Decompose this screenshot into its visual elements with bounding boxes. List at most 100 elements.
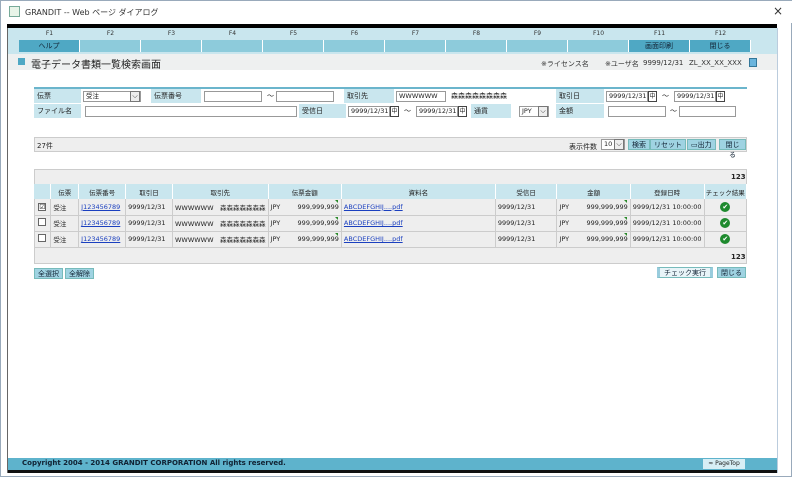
fkey-number: F9	[533, 30, 542, 37]
amount-to-input[interactable]	[679, 106, 736, 117]
search-button[interactable]: 検索	[628, 139, 650, 150]
fkey-button[interactable]: 閉じる	[690, 40, 751, 52]
file-link[interactable]: ABCDEFGHIJ....pdf	[344, 203, 403, 211]
amount2-cell: JPY 999,999,999	[556, 199, 631, 216]
results-table: 伝票 伝票番号 取引日 取引先 伝票金額 資料名 受信日 金額 登録日時 チェック結果 ☑ 受注 …	[34, 184, 748, 248]
fkey-button[interactable]	[385, 40, 446, 52]
page-3[interactable]: 3	[741, 173, 746, 181]
fkey-button[interactable]	[568, 40, 629, 52]
denpyo-no-link[interactable]: J123456789	[81, 219, 120, 227]
amount: 999,999,999	[586, 219, 628, 227]
file-name-input[interactable]	[85, 106, 297, 117]
user-info-icon[interactable]	[749, 58, 757, 67]
close-icon[interactable]: ×	[773, 4, 783, 18]
torihikisaki-code-input[interactable]: WWWWWW	[396, 91, 446, 102]
fkey-f8[interactable]: F8	[446, 28, 507, 54]
function-key-bar: F1 ヘルプ F2 F3 F4 F5 F6 F7 F8 F9 F10 F11 画面印刷 F12 閉じる	[8, 28, 777, 54]
left-border	[7, 28, 8, 473]
close-search-button[interactable]: 閉じる	[719, 139, 746, 159]
fkey-number: F10	[592, 30, 605, 37]
file-link[interactable]: ABCDEFGHIJ....pdf	[344, 235, 403, 243]
fkey-f7[interactable]: F7	[385, 28, 446, 54]
fkey-number: F12	[714, 30, 727, 37]
fkey-f4[interactable]: F4	[202, 28, 263, 54]
column-header: 伝票	[50, 184, 80, 199]
check-run-button[interactable]: チェック実行	[657, 267, 713, 278]
fkey-button[interactable]	[324, 40, 385, 52]
output-button[interactable]: ▭出力	[687, 139, 716, 150]
currency: JPY	[559, 219, 570, 227]
result-count: 27件	[37, 142, 53, 150]
fkey-f12[interactable]: F12 閉じる	[690, 28, 751, 54]
reset-button[interactable]: リセット	[650, 139, 686, 150]
chevron-down-icon: ⌵	[614, 139, 624, 150]
currency-value: JPY	[522, 107, 532, 115]
denpyo-no-to-input[interactable]	[276, 91, 334, 102]
calendar-icon[interactable]: 中	[648, 91, 657, 102]
torihikibi-to-input[interactable]: 9999/12/31	[674, 91, 716, 102]
fkey-f6[interactable]: F6	[324, 28, 385, 54]
scrollbar[interactable]	[777, 28, 787, 473]
denpyo-no-link[interactable]: J123456789	[81, 235, 120, 243]
page-title: 電子データ書類一覧検索画面	[31, 60, 161, 71]
row-checkbox[interactable]	[38, 218, 47, 226]
torihikisaki-label: 取引先	[344, 89, 394, 104]
close-button[interactable]: 閉じる	[717, 267, 746, 278]
chevron-down-icon: ⌵	[130, 91, 140, 102]
fkey-button[interactable]: 画面印刷	[629, 40, 690, 52]
torihikibi-from-input[interactable]: 9999/12/31	[606, 91, 648, 102]
denpyo-cell: 受注	[50, 215, 80, 232]
column-header: 登録日時	[630, 184, 705, 199]
fkey-f1[interactable]: F1 ヘルプ	[19, 28, 80, 54]
fkey-button[interactable]	[507, 40, 568, 52]
row-checkbox[interactable]	[38, 234, 47, 242]
footer-divider	[8, 470, 777, 473]
jushinbi-label: 受信日	[299, 104, 346, 119]
fkey-button[interactable]	[80, 40, 141, 52]
torihikibi-label: 取引日	[556, 89, 604, 104]
amount-from-input[interactable]	[608, 106, 666, 117]
comment-marker-icon	[623, 200, 627, 203]
denpyo-no-link[interactable]: J123456789	[81, 203, 120, 211]
column-header: 取引日	[125, 184, 173, 199]
deselect-all-button[interactable]: 全解除	[65, 268, 94, 279]
per-page-select[interactable]: 10 ⌵	[601, 139, 625, 150]
comment-marker-icon	[334, 232, 338, 236]
calendar-icon[interactable]: 中	[390, 106, 399, 117]
table-row: 受注 J123456789 9999/12/31 WWWWWW 森森森森森森森 …	[34, 231, 748, 248]
file-link[interactable]: ABCDEFGHIJ....pdf	[344, 219, 403, 227]
denpyo-no-from-input[interactable]	[204, 91, 262, 102]
fkey-f3[interactable]: F3	[141, 28, 202, 54]
fkey-button[interactable]	[446, 40, 507, 52]
amount: 999,999,999	[297, 235, 339, 243]
fkey-f10[interactable]: F10	[568, 28, 629, 54]
currency: JPY	[559, 202, 570, 211]
tsuka-label: 通貨	[471, 104, 511, 119]
fkey-f5[interactable]: F5	[263, 28, 324, 54]
denpyo-select[interactable]: 受注 ⌵	[83, 91, 141, 102]
currency-select[interactable]: JPY ⌵	[519, 106, 549, 117]
jushinbi-to-input[interactable]: 9999/12/31	[416, 106, 458, 117]
fkey-button[interactable]	[263, 40, 324, 52]
select-all-button[interactable]: 全選択	[34, 268, 63, 279]
page-3[interactable]: 3	[741, 253, 746, 261]
row-checkbox[interactable]: ☑	[38, 202, 47, 211]
page-top-button[interactable]: ≈ PageTop	[703, 459, 745, 469]
torihikisaki-name: 森森森森森森森森	[451, 92, 507, 100]
calendar-icon[interactable]: 中	[458, 106, 467, 117]
pager-top: 123	[731, 173, 746, 181]
jushinbi-from-input[interactable]: 9999/12/31	[348, 106, 390, 117]
fkey-number: F6	[350, 30, 359, 37]
fkey-f2[interactable]: F2	[80, 28, 141, 54]
fkey-f11[interactable]: F11 画面印刷	[629, 28, 690, 54]
fkey-button[interactable]: ヘルプ	[19, 40, 80, 52]
fkey-button[interactable]	[202, 40, 263, 52]
fkey-button[interactable]	[141, 40, 202, 52]
denpyo-cell: 受注	[50, 231, 80, 248]
calendar-icon[interactable]: 中	[716, 91, 725, 102]
received-date-cell: 9999/12/31	[495, 215, 558, 232]
amount: 999,999,999	[586, 235, 628, 243]
fkey-f9[interactable]: F9	[507, 28, 568, 54]
fkey-number: F3	[167, 30, 176, 37]
check-ok-icon: ✔	[720, 218, 731, 228]
